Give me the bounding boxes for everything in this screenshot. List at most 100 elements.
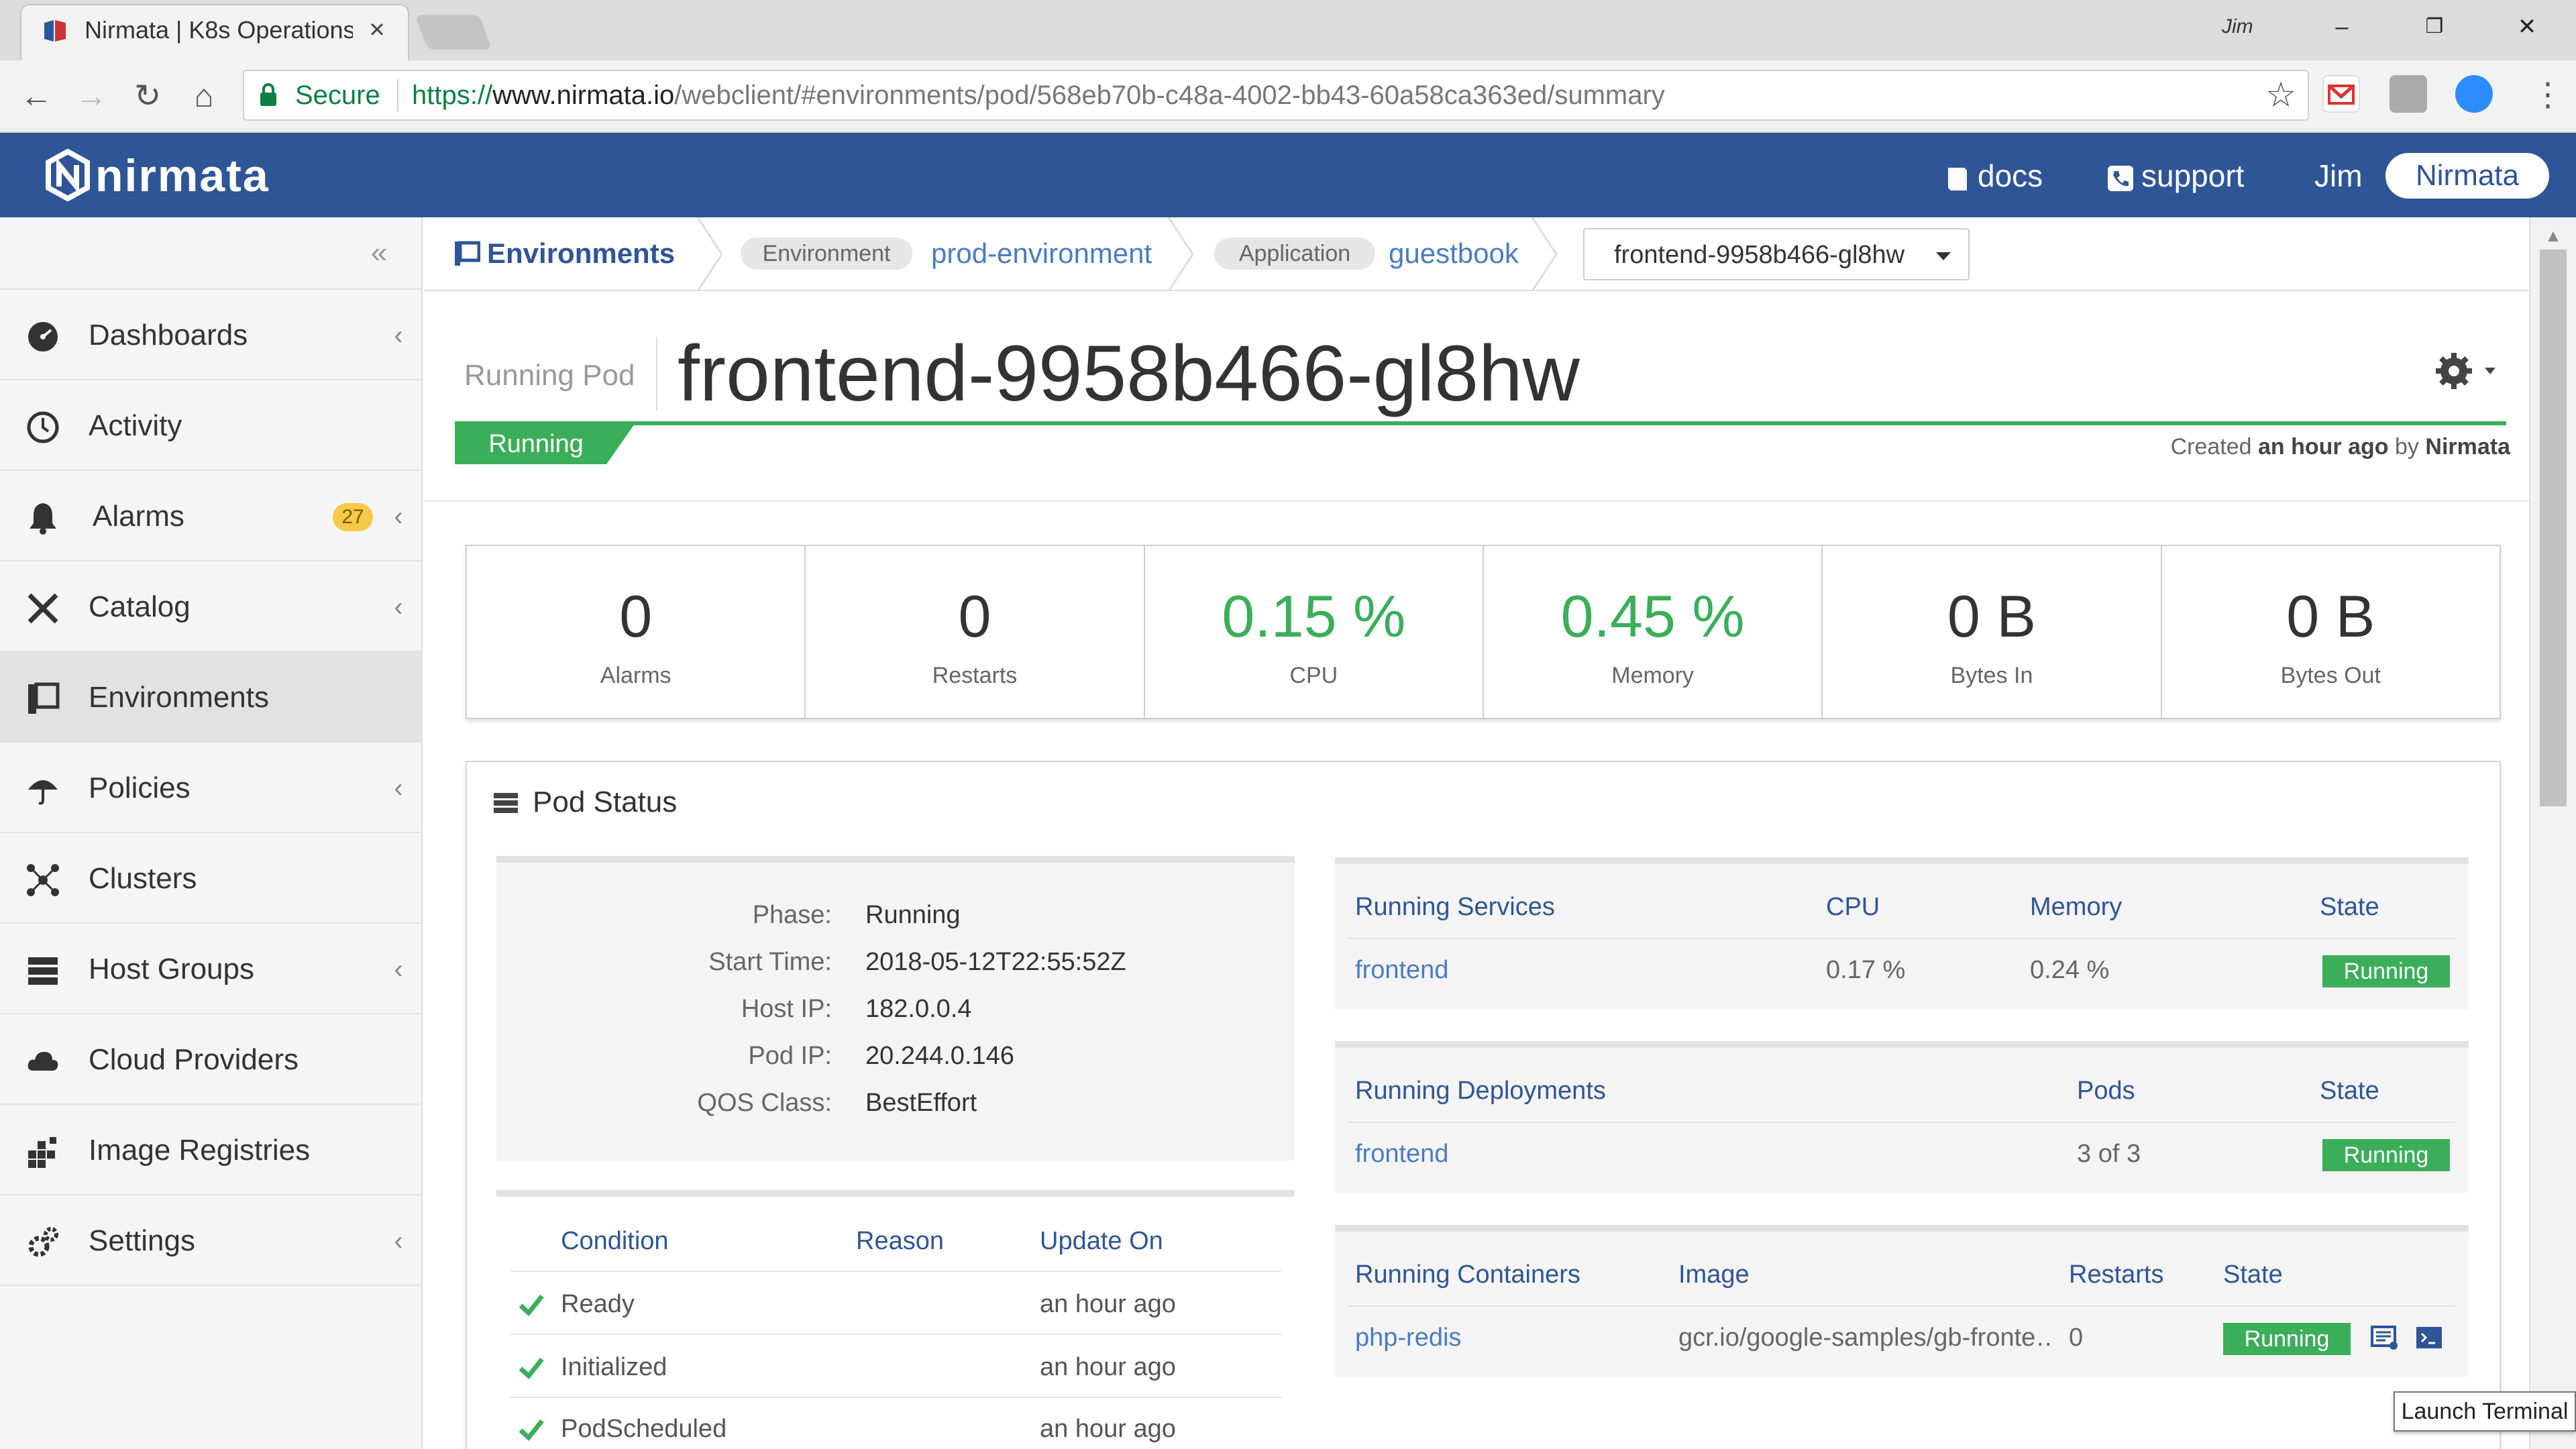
title-divider: [656, 337, 657, 411]
sidebar-item-clusters[interactable]: Clusters: [0, 833, 423, 924]
browser-menu-icon[interactable]: ⋮: [2532, 74, 2564, 117]
tenant-button[interactable]: Nirmata: [2385, 153, 2549, 199]
phone-icon: [2108, 165, 2133, 191]
sidebar-item-alarms[interactable]: Alarms 27 ‹: [0, 471, 423, 561]
check-icon: [519, 1294, 544, 1317]
sidebar-item-label: Policies: [89, 771, 191, 804]
window-profile-name[interactable]: Jim: [2222, 13, 2269, 40]
stat-memory[interactable]: 0.45 % Memory: [1484, 546, 1823, 718]
chevron-left-icon: ‹: [394, 592, 403, 622]
home-icon[interactable]: ⌂: [182, 75, 225, 118]
sidebar-item-cloud-providers[interactable]: Cloud Providers: [0, 1014, 423, 1105]
service-link[interactable]: frontend: [1355, 950, 1556, 990]
stat-alarms[interactable]: 0 Alarms: [467, 546, 806, 718]
scroll-up-arrow-icon[interactable]: ▲: [2540, 225, 2567, 246]
stat-cpu[interactable]: 0.15 % CPU: [1145, 546, 1484, 718]
window-restore-button[interactable]: ❐: [2398, 8, 2471, 46]
state-header: State: [2320, 893, 2379, 921]
extension-grey-icon[interactable]: [2390, 75, 2427, 113]
info-key-host-ip: Host IP:: [741, 995, 832, 1023]
sidebar-item-label: Image Registries: [89, 1134, 311, 1167]
sidebar-item-settings[interactable]: Settings ‹: [0, 1195, 423, 1286]
sidebar-item-catalog[interactable]: Catalog ‹: [0, 561, 423, 652]
support-label: support: [2141, 158, 2245, 193]
logo-text[interactable]: nirmata: [95, 148, 297, 204]
settings-icon: [28, 1227, 58, 1257]
condition-name: PodScheduled: [561, 1415, 727, 1443]
tab-close-icon[interactable]: ×: [362, 15, 392, 44]
stat-bytes-out[interactable]: 0 B Bytes Out: [2162, 546, 2500, 718]
stat-value: 0 B: [1947, 583, 2037, 649]
support-link[interactable]: support: [2106, 154, 2261, 197]
chevron-left-icon: ‹: [394, 773, 403, 803]
url-text[interactable]: https://www.nirmata.io/webclient/#enviro…: [412, 78, 2223, 113]
info-key-start-time: Start Time:: [708, 948, 832, 976]
container-image: gcr.io/google-samples/gb-fronte…: [1678, 1324, 2054, 1352]
created-by-word: by: [2395, 434, 2419, 460]
gmail-extension-icon[interactable]: [2322, 75, 2360, 113]
cloud-icon: [28, 1052, 58, 1071]
pods-header: Pods: [2077, 1077, 2135, 1105]
condition-header: Condition: [561, 1227, 669, 1255]
host-groups-icon: [28, 957, 58, 985]
service-state-badge: Running: [2322, 955, 2450, 987]
check-icon: [519, 1419, 544, 1442]
container-link[interactable]: php-redis: [1355, 1318, 1556, 1358]
sidebar-item-label: Activity: [89, 409, 182, 442]
sidebar-item-policies[interactable]: Policies ‹: [0, 743, 423, 833]
alarm-count-badge: 27: [333, 503, 373, 531]
new-tab-button[interactable]: [415, 15, 492, 50]
url-host: www.nirmata.io: [492, 80, 675, 110]
deployment-link[interactable]: frontend: [1355, 1134, 1556, 1174]
url-path: /webclient/#environments/pod/568eb70b-c4…: [674, 80, 1665, 110]
forward-arrow-icon[interactable]: →: [70, 75, 113, 118]
user-menu[interactable]: Jim: [2314, 154, 2368, 197]
stat-label: Bytes Out: [2280, 663, 2381, 688]
breadcrumb-environments-link[interactable]: Environments: [487, 235, 688, 272]
chevron-left-icon: ‹: [394, 955, 403, 984]
scrollbar-thumb[interactable]: [2540, 250, 2567, 806]
window-minimize-button[interactable]: –: [2305, 8, 2379, 46]
stats-bar: 0 Alarms 0 Restarts 0.15 % CPU 0.45 % Memory…: [466, 545, 2501, 719]
cpu-header: CPU: [1826, 893, 1880, 921]
stat-restarts[interactable]: 0 Restarts: [806, 546, 1145, 718]
docs-link[interactable]: docs: [1944, 154, 2051, 197]
sidebar-item-image-registries[interactable]: Image Registries: [0, 1105, 423, 1195]
gear-icon[interactable]: [2431, 347, 2505, 394]
reload-icon[interactable]: ↻: [126, 75, 169, 118]
window-close-button[interactable]: ✕: [2490, 8, 2564, 46]
deployment-state-badge: Running: [2322, 1139, 2450, 1171]
nirmata-logo-icon[interactable]: [44, 149, 91, 201]
breadcrumb-environment-link[interactable]: prod-environment: [931, 235, 1159, 272]
state-header: State: [2223, 1260, 2283, 1289]
breadcrumb-application-link[interactable]: guestbook: [1389, 235, 1536, 272]
caret-down-icon: [1936, 252, 1951, 260]
stat-bytes-in[interactable]: 0 B Bytes In: [1823, 546, 2162, 718]
collapse-sidebar-icon[interactable]: «: [362, 236, 396, 270]
terminal-icon[interactable]: [2415, 1324, 2443, 1351]
created-by: Nirmata: [2425, 434, 2510, 460]
chevron-left-icon: ‹: [394, 502, 403, 531]
sidebar-item-activity[interactable]: Activity: [0, 380, 423, 471]
activity-icon: [27, 411, 59, 443]
sidebar-item-label: Catalog: [89, 590, 191, 623]
sidebar-item-label: Cloud Providers: [89, 1043, 299, 1076]
sidebar-item-host-groups[interactable]: Host Groups ‹: [0, 924, 423, 1014]
umbrella-icon: [28, 780, 58, 805]
sidebar-item-environments[interactable]: Environments: [0, 652, 423, 743]
zoom-extension-icon[interactable]: [2455, 75, 2493, 113]
stat-label: Restarts: [932, 663, 1018, 688]
bookmark-star-icon[interactable]: ☆: [2261, 75, 2301, 115]
chevron-left-icon: ‹: [394, 1226, 403, 1256]
sidebar-item-label: Settings: [89, 1224, 195, 1257]
launch-terminal-tooltip: Launch Terminal: [2394, 1391, 2576, 1432]
stat-label: Memory: [1611, 663, 1695, 688]
environment-pill: Environment: [741, 237, 912, 270]
sidebar-item-dashboards[interactable]: Dashboards ‹: [0, 290, 423, 380]
container-logs-icon[interactable]: [2371, 1324, 2399, 1351]
created-when: an hour ago: [2258, 434, 2389, 460]
row-divider: [510, 1397, 1281, 1398]
back-arrow-icon[interactable]: ←: [15, 75, 58, 118]
server-list-icon: [494, 793, 518, 813]
condition-name: Initialized: [561, 1353, 667, 1381]
